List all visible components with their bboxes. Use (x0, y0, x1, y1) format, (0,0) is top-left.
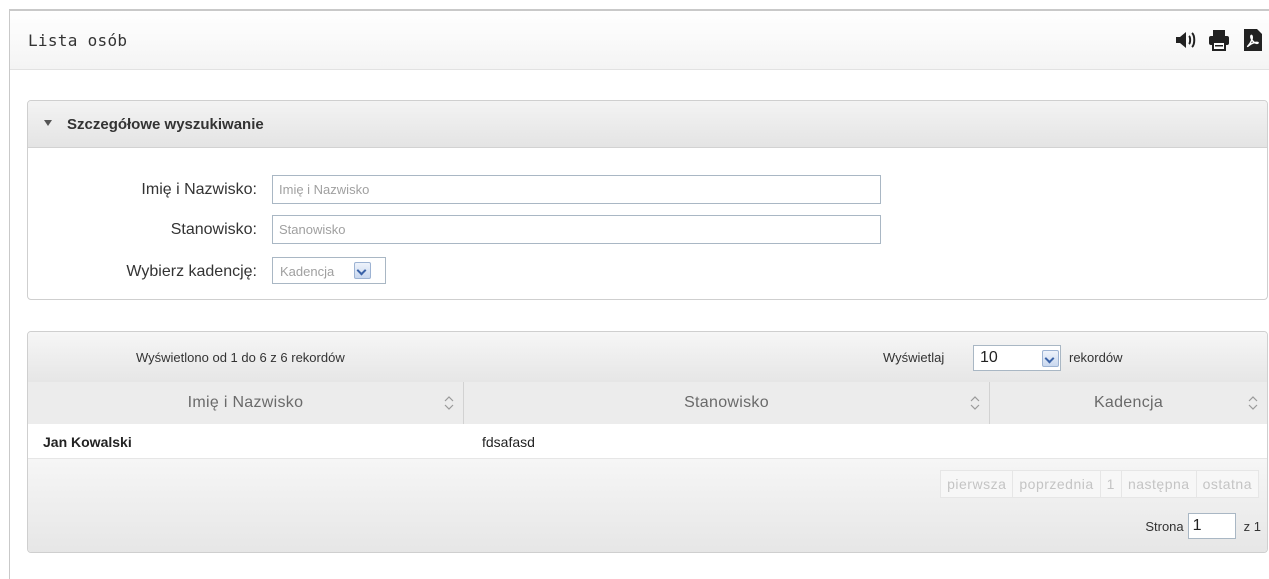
sort-icon[interactable] (1247, 395, 1259, 411)
term-row: Wybierz kadencję: Kadencja (28, 257, 1267, 287)
cell-name[interactable]: Jan Kowalski (43, 434, 132, 450)
chevron-down-icon[interactable] (1042, 350, 1059, 367)
page-frame: Lista osób Szczegółowe wyszukiwanie Imię… (9, 9, 1269, 579)
page-title: Lista osób (28, 31, 128, 50)
page-total: z 1 (1243, 518, 1261, 534)
table-row[interactable]: Jan Kowalski fdsafasd (28, 424, 1267, 459)
printer-icon[interactable] (1207, 28, 1231, 52)
column-header-position[interactable]: Stanowisko (464, 382, 990, 424)
page-info: Strona z 1 (1145, 513, 1261, 539)
page-length-value: 10 (980, 349, 998, 366)
speaker-icon[interactable] (1173, 28, 1197, 52)
caret-down-icon[interactable] (44, 120, 52, 126)
term-label: Wybierz kadencję: (126, 263, 257, 280)
term-select[interactable]: Kadencja (272, 257, 386, 284)
current-page-input[interactable] (1187, 513, 1236, 539)
table-toolbar: Wyświetlono od 1 do 6 z 6 rekordów Wyświ… (28, 332, 1267, 383)
name-input[interactable] (272, 175, 881, 204)
page-header: Lista osób (10, 11, 1269, 70)
pdf-icon[interactable] (1241, 28, 1265, 52)
table-footer: pierwsza poprzednia 1 następna ostatna S… (28, 459, 1267, 552)
pager-page-button[interactable]: 1 (1099, 470, 1121, 498)
chevron-down-icon[interactable] (354, 262, 371, 279)
pager-previous-button[interactable]: poprzednia (1012, 470, 1100, 498)
pagination: pierwsza poprzednia 1 następna ostatna (940, 470, 1259, 498)
column-header-term[interactable]: Kadencja (990, 382, 1267, 424)
results-table: Wyświetlono od 1 do 6 z 6 rekordów Wyświ… (27, 331, 1268, 553)
position-label: Stanowisko: (170, 221, 257, 238)
length-suffix: rekordów (1069, 350, 1123, 365)
page-length-select[interactable]: 10 (973, 345, 1061, 371)
position-row: Stanowisko: (28, 215, 1267, 245)
name-label: Imię i Nazwisko: (141, 181, 257, 198)
column-header-name[interactable]: Imię i Nazwisko (28, 382, 464, 424)
pager-last-button[interactable]: ostatna (1195, 470, 1259, 498)
column-header-label: Imię i Nazwisko (187, 394, 304, 411)
table-header-row: Imię i Nazwisko Stanowisko Kadencja (28, 382, 1267, 425)
pager-first-button[interactable]: pierwsza (940, 470, 1013, 498)
search-panel: Szczegółowe wyszukiwanie Imię i Nazwisko… (27, 100, 1268, 300)
search-panel-header[interactable]: Szczegółowe wyszukiwanie (28, 101, 1267, 148)
cell-position: fdsafasd (482, 434, 535, 450)
term-select-value: Kadencja (280, 264, 335, 279)
length-label: Wyświetlaj (883, 350, 945, 365)
column-header-label: Kadencja (1093, 394, 1164, 411)
sort-icon[interactable] (443, 395, 455, 411)
position-input[interactable] (272, 215, 881, 244)
records-info: Wyświetlono od 1 do 6 z 6 rekordów (136, 350, 345, 365)
name-row: Imię i Nazwisko: (28, 175, 1267, 205)
column-header-label: Stanowisko (684, 394, 769, 411)
page-tools (1173, 27, 1265, 53)
pager-next-button[interactable]: następna (1120, 470, 1196, 498)
sort-icon[interactable] (969, 395, 981, 411)
page-label: Strona (1145, 518, 1184, 534)
search-panel-title: Szczegółowe wyszukiwanie (67, 116, 264, 133)
